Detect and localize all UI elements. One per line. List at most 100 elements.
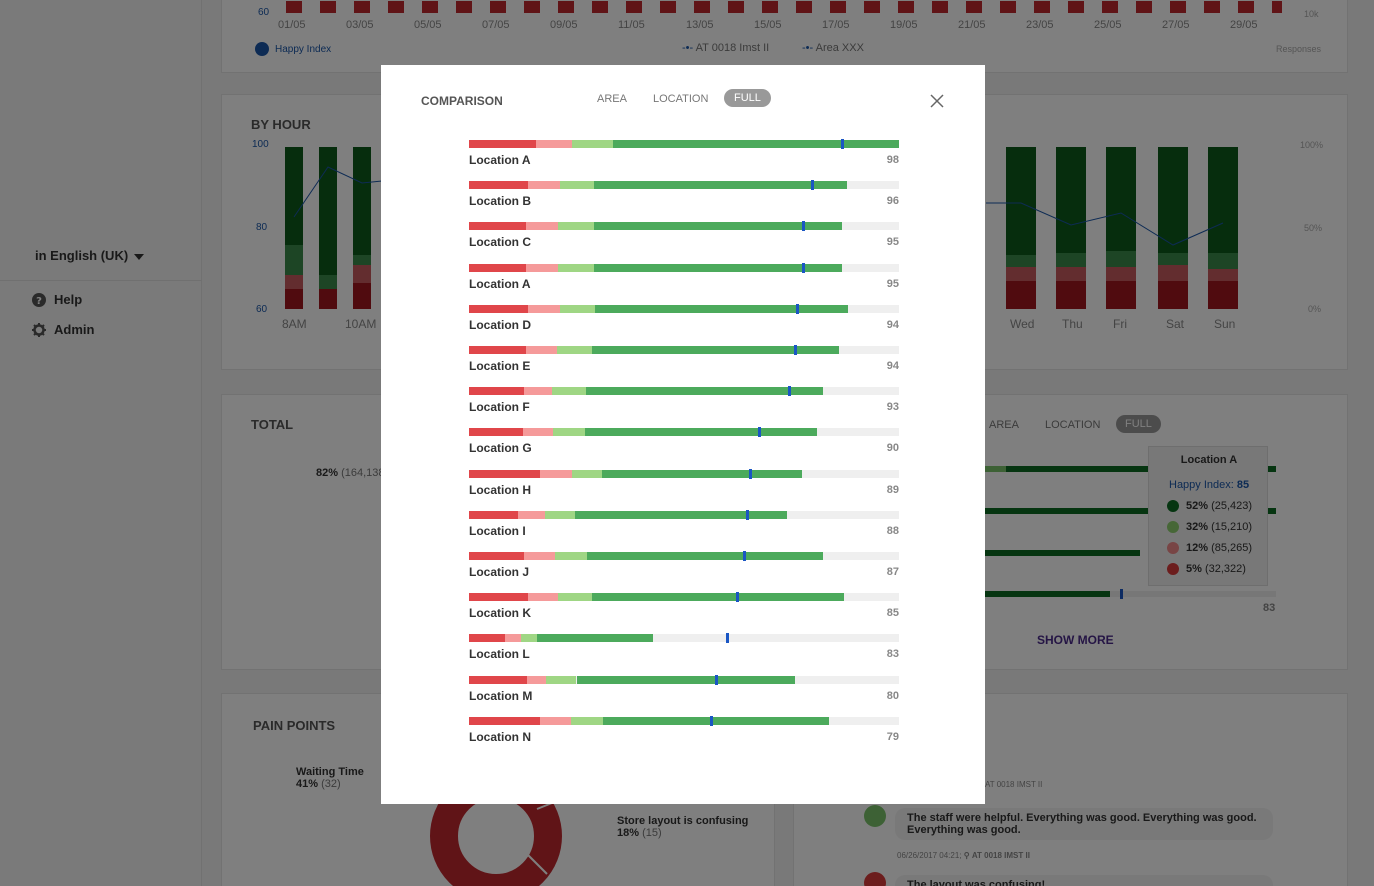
location-score: 80 (886, 689, 899, 702)
bar-segment (603, 716, 830, 725)
benchmark-marker (840, 139, 844, 149)
benchmark-marker (802, 262, 806, 273)
bar-segment (527, 675, 547, 684)
stacked-bar (469, 592, 899, 603)
bar-segment (586, 552, 823, 560)
bar-segment (560, 181, 594, 190)
bar-segment (537, 634, 653, 643)
benchmark-marker (743, 551, 747, 561)
bar-segment (558, 593, 593, 602)
benchmark-marker (796, 303, 800, 314)
bar-segment (469, 263, 527, 272)
bar-segment (544, 510, 575, 519)
benchmark-marker (802, 221, 806, 232)
location-name: Location E (469, 359, 531, 373)
comparison-row[interactable]: Location D 94 (469, 303, 899, 333)
bar-segment (592, 593, 844, 602)
comparison-row[interactable]: Location A 95 (469, 262, 899, 292)
bar-segment (602, 469, 803, 478)
benchmark-marker (745, 509, 749, 520)
bar-segment (469, 716, 540, 725)
bar-segment (576, 675, 795, 684)
bar-segment (591, 346, 839, 354)
benchmark-marker (735, 592, 739, 603)
modal-title: COMPARISON (421, 94, 503, 108)
location-name: Location D (469, 317, 531, 332)
close-icon[interactable] (930, 94, 944, 108)
bar-segment (560, 304, 595, 313)
stacked-bar (469, 303, 899, 314)
benchmark-marker (793, 345, 797, 355)
location-score: 94 (886, 360, 899, 372)
location-score: 79 (886, 730, 899, 743)
bar-segment (558, 263, 594, 272)
comparison-row[interactable]: Location N 79 (469, 715, 899, 745)
stacked-bar (469, 509, 899, 520)
location-name: Location K (469, 606, 531, 621)
location-score: 90 (886, 442, 899, 455)
bar-segment (526, 346, 558, 354)
location-name: Location B (469, 194, 531, 209)
bar-segment (527, 304, 561, 313)
location-name: Location N (469, 729, 531, 744)
comparison-row[interactable]: Location G 90 (469, 427, 899, 456)
stacked-bar (469, 180, 899, 191)
stacked-bar (469, 386, 899, 397)
location-name: Location A (469, 276, 531, 291)
bar-segment (469, 593, 528, 602)
bar-segment (535, 140, 573, 148)
benchmark-marker (714, 674, 718, 685)
tab-area[interactable]: AREA (597, 93, 627, 105)
location-score: 83 (886, 648, 899, 661)
location-score: 95 (886, 236, 899, 249)
bar-segment (469, 675, 528, 684)
bar-segment (469, 387, 525, 396)
benchmark-marker (749, 468, 753, 479)
stacked-bar (469, 262, 899, 273)
bar-segment (469, 510, 519, 519)
benchmark-marker (758, 427, 762, 438)
comparison-row[interactable]: Location E 94 (469, 345, 899, 374)
bar-segment (526, 263, 559, 272)
bar-segment (518, 510, 545, 519)
location-name: Location F (469, 400, 530, 415)
bar-segment (469, 469, 540, 478)
location-name: Location J (469, 565, 530, 579)
location-score: 96 (886, 195, 899, 208)
tab-location[interactable]: LOCATION (653, 93, 708, 105)
comparison-row[interactable]: Location C 95 (469, 221, 899, 250)
comparison-row[interactable]: Location I 88 (469, 509, 899, 539)
bar-segment (553, 428, 585, 437)
comparison-row[interactable]: Location M 80 (469, 674, 899, 704)
location-score: 94 (886, 318, 899, 331)
stacked-bar (469, 345, 899, 355)
bar-segment (527, 593, 558, 602)
comparison-row[interactable]: Location H 89 (469, 468, 899, 498)
stacked-bar (469, 674, 899, 685)
bar-segment (593, 181, 848, 190)
benchmark-marker (726, 633, 730, 644)
bar-segment (524, 387, 553, 396)
bar-segment (469, 552, 525, 560)
bar-segment (469, 346, 527, 354)
location-name: Location L (469, 647, 530, 662)
comparison-row[interactable]: Location L 83 (469, 633, 899, 662)
location-score: 87 (886, 566, 899, 578)
comparison-row[interactable]: Location K 85 (469, 592, 899, 621)
comparison-row[interactable]: Location A 98 (469, 139, 899, 168)
bar-segment (469, 304, 528, 313)
bar-segment (469, 428, 524, 437)
location-name: Location M (469, 688, 533, 703)
stacked-bar (469, 633, 899, 644)
bar-segment (558, 222, 594, 231)
bar-segment (584, 428, 817, 437)
location-score: 93 (886, 401, 899, 414)
stacked-bar (469, 715, 899, 726)
location-name: Location H (469, 482, 531, 497)
comparison-row[interactable]: Location F 93 (469, 386, 899, 415)
comparison-row[interactable]: Location J 87 (469, 551, 899, 580)
bar-segment (539, 716, 571, 725)
bar-segment (574, 510, 788, 519)
comparison-row[interactable]: Location B 96 (469, 180, 899, 209)
tab-full[interactable]: FULL (724, 89, 771, 107)
